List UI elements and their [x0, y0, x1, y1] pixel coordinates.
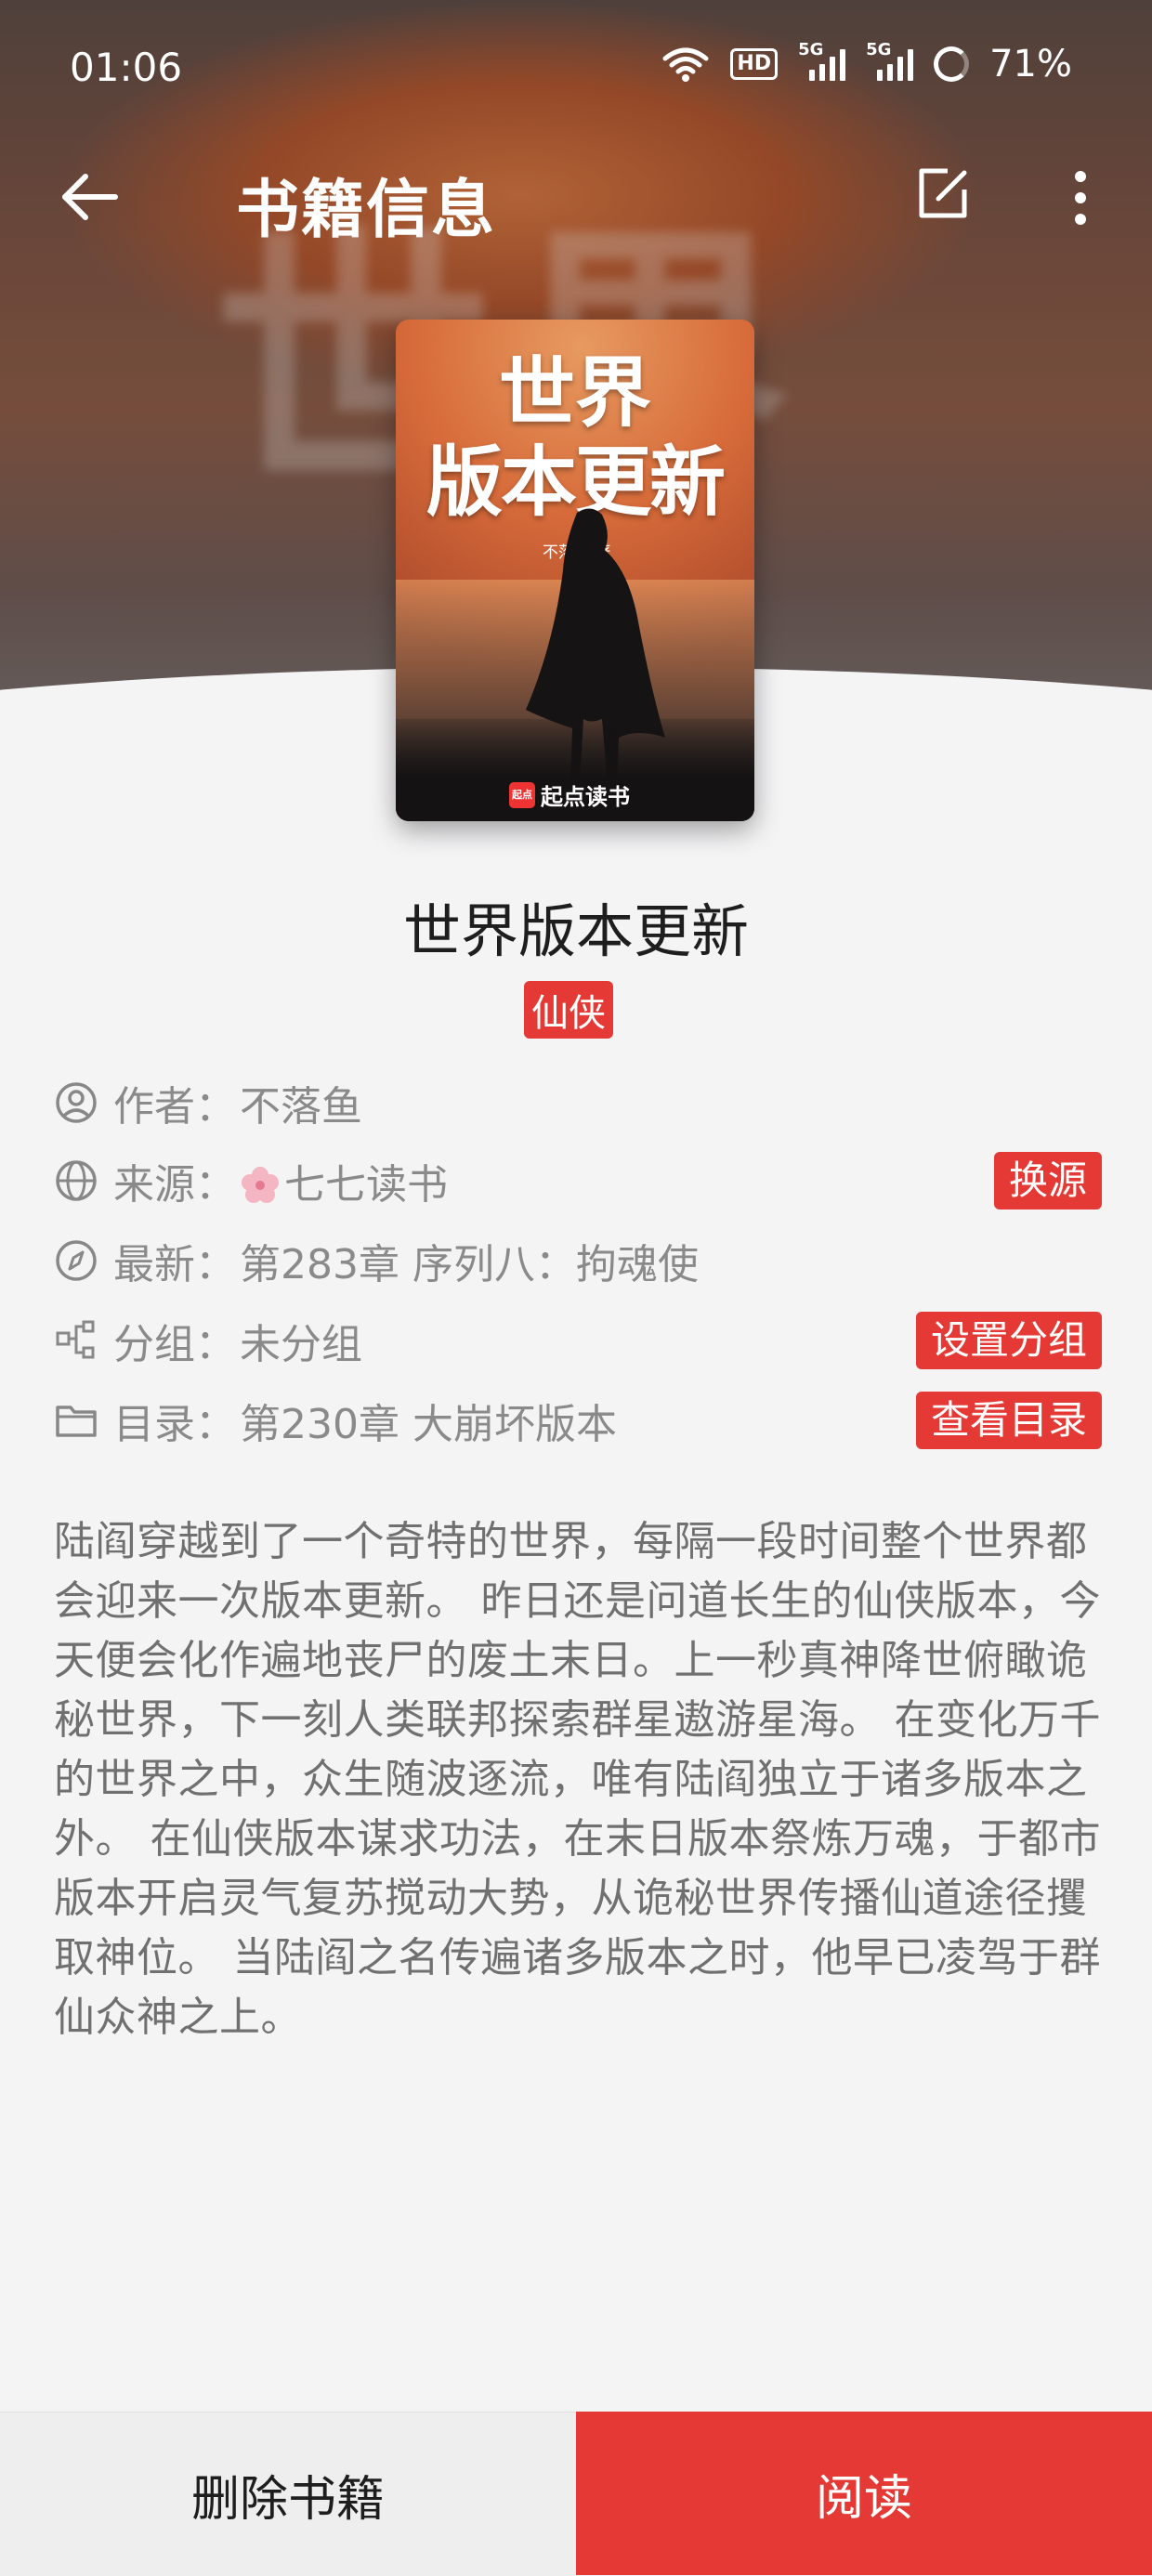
set-group-button[interactable]: 设置分组: [915, 1312, 1102, 1369]
hd-badge: HD: [730, 48, 779, 80]
network-type-2: 5G: [866, 40, 892, 59]
book-title: 世界版本更新: [402, 897, 749, 965]
battery-icon: [934, 46, 970, 82]
globe-icon: [56, 1160, 97, 1201]
status-icons: HD 5G 5G 71%: [661, 40, 1072, 85]
flower-icon: [242, 1167, 279, 1203]
group-icon: [56, 1320, 95, 1359]
signal-icon-2: 5G: [866, 40, 914, 81]
latest-value: 第283章 序列八：拘魂使: [240, 1241, 699, 1288]
edit-icon[interactable]: [910, 162, 975, 227]
toc-value: 第230章 大崩坏版本: [240, 1401, 617, 1448]
folder-icon: [56, 1406, 97, 1437]
group-value: 未分组: [240, 1321, 362, 1368]
wifi-icon: [662, 47, 709, 82]
publisher-logo: 起点: [509, 781, 535, 808]
compass-icon: [56, 1240, 97, 1281]
cover-publisher: 起点 起点读书: [509, 778, 630, 811]
publisher-name: 起点读书: [541, 784, 630, 810]
toolbar: 书籍信息: [0, 149, 1152, 247]
author-icon: [56, 1082, 97, 1123]
more-options-icon[interactable]: [1067, 165, 1094, 230]
source-value: 七七读书: [240, 1151, 448, 1210]
network-type-1: 5G: [798, 40, 824, 59]
source-name: 七七读书: [284, 1161, 448, 1209]
info-row-author: 作者： 不落鱼: [54, 1070, 1102, 1135]
view-toc-button[interactable]: 查看目录: [915, 1392, 1102, 1449]
signal-icon-1: 5G: [798, 40, 846, 81]
battery-level: 71%: [989, 43, 1072, 85]
info-row-group: 分组： 未分组 设置分组: [54, 1308, 1102, 1373]
change-source-button[interactable]: 换源: [993, 1152, 1102, 1210]
source-label: 来源：: [113, 1161, 236, 1209]
status-bar: 01:06 HD 5G 5G 71%: [0, 0, 1152, 139]
read-button[interactable]: 阅读: [576, 2412, 1152, 2575]
bottom-action-bar: 删除书籍 阅读: [0, 2412, 1152, 2576]
author-value: 不落鱼: [240, 1083, 362, 1131]
group-label: 分组：: [113, 1321, 236, 1368]
author-label: 作者：: [113, 1083, 236, 1131]
page-title: 书籍信息: [236, 174, 497, 247]
status-time: 01:06: [70, 45, 183, 90]
delete-book-button[interactable]: 删除书籍: [0, 2412, 576, 2576]
latest-label: 最新：: [113, 1241, 236, 1288]
book-cover[interactable]: 世界 版本更新 不落鱼 著 起点 起点读书: [396, 320, 754, 821]
book-description: 陆阎穿越到了一个奇特的世界，每隔一段时间整个世界都会迎来一次版本更新。 昨日还是…: [54, 1518, 1101, 2041]
info-row-source: 来源： 七七读书 换源: [54, 1148, 1102, 1213]
info-row-latest: 最新： 第283章 序列八：拘魂使: [54, 1228, 1102, 1293]
toc-label: 目录：: [113, 1401, 236, 1448]
back-arrow-icon[interactable]: [58, 169, 123, 225]
genre-tag: 仙侠: [524, 981, 613, 1039]
info-row-toc: 目录： 第230章 大崩坏版本 查看目录: [54, 1388, 1102, 1453]
